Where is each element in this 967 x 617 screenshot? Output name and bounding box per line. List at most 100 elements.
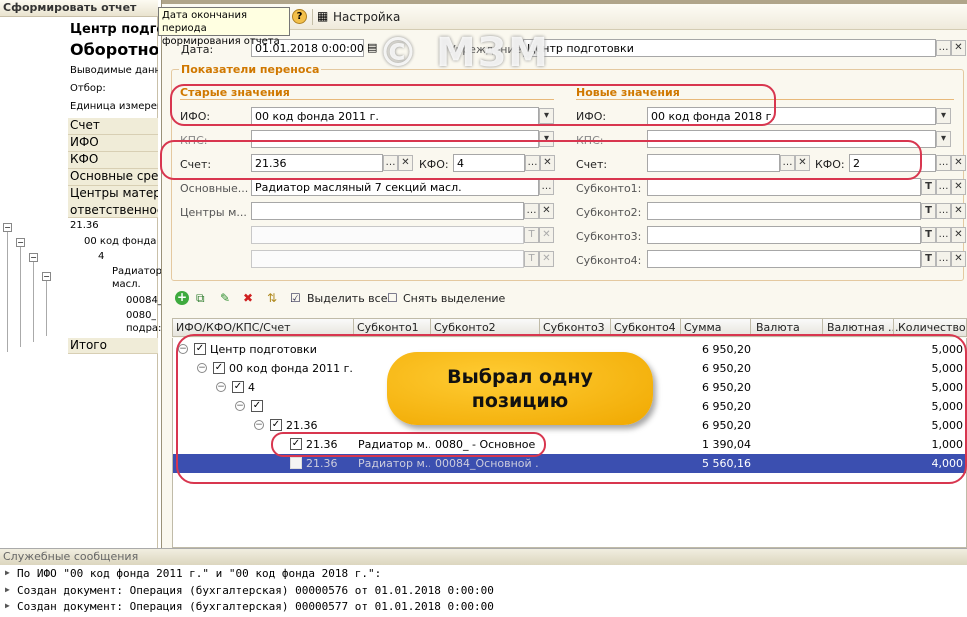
- subconto4-input[interactable]: [647, 250, 921, 268]
- old-ifo-input[interactable]: 00 код фонда 2011 г.: [251, 107, 539, 125]
- subconto3-input[interactable]: [647, 226, 921, 244]
- collapse-icon[interactable]: −: [235, 401, 245, 411]
- new-account-clear[interactable]: ✕: [795, 155, 810, 171]
- old-kfo-input[interactable]: 4: [453, 154, 525, 172]
- subconto3-select[interactable]: …: [936, 227, 951, 243]
- col-header[interactable]: Сумма: [684, 321, 722, 334]
- row-checkbox[interactable]: ✓: [270, 419, 282, 431]
- clear-icon[interactable]: ✕: [539, 227, 554, 243]
- col-header[interactable]: Валютная ...: [827, 321, 899, 334]
- col-header[interactable]: Субконто3: [543, 321, 605, 334]
- edit-icon[interactable]: ✎: [220, 291, 230, 305]
- type-icon[interactable]: T: [524, 251, 539, 267]
- calendar-icon[interactable]: ▤: [367, 41, 377, 54]
- new-ifo-dropdown[interactable]: ▾: [936, 108, 951, 124]
- table-row[interactable]: ✓ 21.36 Радиатор м... 0080_ - Основное .…: [173, 435, 966, 454]
- col-header[interactable]: Субконто1: [357, 321, 419, 334]
- col-header[interactable]: Количество: [898, 321, 966, 334]
- collapse-icon[interactable]: −: [29, 253, 38, 262]
- responsibility-center-input[interactable]: [251, 202, 524, 220]
- org-select-button[interactable]: …: [936, 40, 951, 56]
- deselect-button[interactable]: Снять выделение: [403, 292, 505, 305]
- collapse-icon[interactable]: −: [197, 363, 207, 373]
- subconto4-clear[interactable]: ✕: [951, 251, 966, 267]
- new-kfo-clear[interactable]: ✕: [951, 155, 966, 171]
- old-account-input[interactable]: 21.36: [251, 154, 383, 172]
- col-separator[interactable]: [893, 319, 894, 336]
- clear-icon[interactable]: ✕: [539, 251, 554, 267]
- copy-icon[interactable]: ⧉: [196, 291, 205, 306]
- old-account-select[interactable]: …: [383, 155, 398, 171]
- add-icon[interactable]: +: [175, 291, 189, 305]
- col-separator[interactable]: [539, 319, 540, 336]
- row-checkbox[interactable]: ✓: [194, 343, 206, 355]
- toolbar-separator: [312, 9, 313, 25]
- new-kps-input[interactable]: [647, 130, 936, 148]
- collapse-icon[interactable]: −: [42, 272, 51, 281]
- subconto4-select[interactable]: …: [936, 251, 951, 267]
- move-icon[interactable]: ⇅: [267, 291, 277, 305]
- collapse-icon[interactable]: −: [16, 238, 25, 247]
- subconto1-clear[interactable]: ✕: [951, 179, 966, 195]
- select-all-icon[interactable]: ☑: [290, 291, 301, 305]
- subconto3-clear[interactable]: ✕: [951, 227, 966, 243]
- type-icon[interactable]: T: [921, 227, 936, 243]
- subconto1-input[interactable]: [647, 178, 921, 196]
- row-checkbox[interactable]: [290, 457, 302, 469]
- row-checkbox[interactable]: ✓: [251, 400, 263, 412]
- select-all-button[interactable]: Выделить все: [307, 292, 387, 305]
- new-kfo-input[interactable]: 2: [849, 154, 936, 172]
- col-header[interactable]: Валюта: [756, 321, 800, 334]
- collapse-icon[interactable]: −: [216, 382, 226, 392]
- new-ifo-input[interactable]: 00 код фонда 2018 г.: [647, 107, 936, 125]
- table-row-selected[interactable]: 21.36 Радиатор м... 00084_Основной ... 5…: [173, 454, 966, 473]
- new-account-select[interactable]: …: [780, 155, 795, 171]
- col-header[interactable]: Субконто2: [434, 321, 496, 334]
- subconto1-select[interactable]: …: [936, 179, 951, 195]
- new-kps-dropdown[interactable]: ▾: [936, 131, 951, 147]
- type-icon[interactable]: T: [524, 227, 539, 243]
- collapse-icon[interactable]: −: [254, 420, 264, 430]
- settings-button[interactable]: Настройка: [333, 10, 400, 24]
- generate-report-button[interactable]: Сформировать отчет: [3, 1, 136, 14]
- old-kps-input[interactable]: [251, 130, 539, 148]
- deselect-icon[interactable]: ☐: [387, 291, 398, 305]
- old-kps-dropdown[interactable]: ▾: [539, 131, 554, 147]
- col-separator[interactable]: [680, 319, 681, 336]
- new-kfo-select[interactable]: …: [936, 155, 951, 171]
- old-account-clear[interactable]: ✕: [398, 155, 413, 171]
- col-header[interactable]: Субконто4: [614, 321, 676, 334]
- subconto2-input[interactable]: [647, 202, 921, 220]
- type-icon[interactable]: T: [921, 251, 936, 267]
- col-separator[interactable]: [353, 319, 354, 336]
- delete-icon[interactable]: ✖: [243, 291, 253, 305]
- settings-icon[interactable]: ▦: [317, 9, 328, 23]
- new-account-input[interactable]: [647, 154, 780, 172]
- row-checkbox[interactable]: ✓: [232, 381, 244, 393]
- responsibility-center-clear[interactable]: ✕: [539, 203, 554, 219]
- fixed-asset-select[interactable]: …: [539, 179, 554, 195]
- collapse-icon[interactable]: −: [178, 344, 188, 354]
- col-separator[interactable]: [430, 319, 431, 336]
- old-ifo-dropdown[interactable]: ▾: [539, 108, 554, 124]
- old-extra-input[interactable]: [251, 226, 524, 244]
- col-separator[interactable]: [750, 319, 751, 336]
- row-checkbox[interactable]: ✓: [213, 362, 225, 374]
- collapse-icon[interactable]: −: [3, 223, 12, 232]
- org-clear-button[interactable]: ✕: [951, 40, 966, 56]
- old-kfo-clear[interactable]: ✕: [540, 155, 555, 171]
- row-checkbox[interactable]: ✓: [290, 438, 302, 450]
- type-icon[interactable]: T: [921, 203, 936, 219]
- fixed-asset-input[interactable]: Радиатор масляный 7 секций масл.: [251, 178, 539, 196]
- type-icon[interactable]: T: [921, 179, 936, 195]
- subconto2-clear[interactable]: ✕: [951, 203, 966, 219]
- old-extra-input[interactable]: [251, 250, 524, 268]
- subconto2-select[interactable]: …: [936, 203, 951, 219]
- old-kfo-select[interactable]: …: [525, 155, 540, 171]
- help-icon[interactable]: ?: [292, 9, 307, 24]
- org-input[interactable]: Центр подготовки: [523, 39, 936, 57]
- responsibility-center-select[interactable]: …: [524, 203, 539, 219]
- col-header[interactable]: ИФО/КФО/КПС/Счет: [176, 321, 291, 334]
- col-separator[interactable]: [610, 319, 611, 336]
- col-separator[interactable]: [822, 319, 823, 336]
